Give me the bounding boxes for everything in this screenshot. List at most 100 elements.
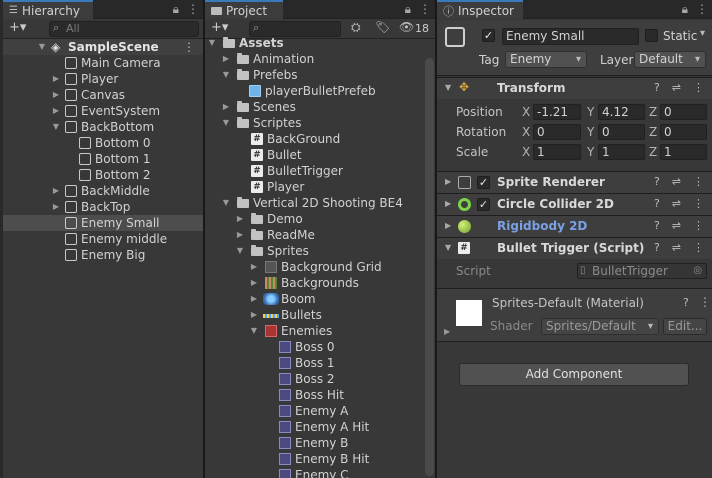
preset-icon[interactable]: ⇌ — [672, 219, 681, 232]
lock-icon[interactable]: 🔒︎ — [405, 2, 411, 17]
list-item[interactable]: Bottom 1 — [3, 151, 203, 167]
transform-header[interactable]: ▼ ✥ Transform ? ⇌ ⋮ — [437, 77, 712, 99]
expand-arrow-icon[interactable]: ▶ — [249, 275, 259, 291]
expand-arrow-icon[interactable]: ▼ — [37, 39, 47, 55]
list-item[interactable]: ▼ Sprites — [205, 243, 423, 259]
scene-menu-icon[interactable]: ⋮ — [183, 39, 195, 55]
expand-arrow-icon[interactable]: ▶ — [221, 99, 231, 115]
list-item[interactable]: ▶ Player — [3, 71, 203, 87]
list-item[interactable]: ▶ Bullets — [205, 307, 423, 323]
list-item[interactable]: ▼ BackBottom — [3, 119, 203, 135]
list-item[interactable]: Boss 2 — [205, 371, 423, 387]
expand-arrow-icon[interactable]: ▶ — [444, 327, 450, 336]
list-item[interactable]: Boss Hit — [205, 387, 423, 403]
more-menu-icon[interactable]: ⋮ — [187, 2, 199, 17]
shader-edit-button[interactable]: Edit... — [663, 318, 707, 335]
layer-dropdown[interactable]: Default — [634, 51, 706, 68]
object-name-field[interactable]: Enemy Small — [502, 28, 639, 45]
expand-arrow-icon[interactable]: ▶ — [235, 227, 245, 243]
tab-project[interactable]: Project — [205, 0, 283, 19]
preset-icon[interactable]: ⇌ — [672, 81, 681, 94]
expand-arrow-icon[interactable]: ▼ — [221, 195, 231, 211]
component-enabled-checkbox[interactable]: ✓ — [477, 198, 490, 211]
list-item[interactable]: # BulletTrigger — [205, 163, 423, 179]
rigidbody-header[interactable]: ▶ Rigidbody 2D ? ⇌ ⋮ — [437, 215, 712, 237]
list-item[interactable]: Enemy B — [205, 435, 423, 451]
expand-arrow-icon[interactable]: ▶ — [249, 307, 259, 323]
help-icon[interactable]: ? — [654, 81, 660, 94]
search-by-type-icon[interactable]: ⛭ — [351, 20, 361, 35]
list-item[interactable]: Boss 0 — [205, 339, 423, 355]
list-item[interactable]: Enemy A Hit — [205, 419, 423, 435]
list-item[interactable]: Enemy A — [205, 403, 423, 419]
rotation-y-field[interactable]: 0 — [598, 124, 645, 140]
expand-arrow-icon[interactable]: ▶ — [51, 71, 61, 87]
list-item[interactable]: ▶ Boom — [205, 291, 423, 307]
static-dropdown-icon[interactable]: ▾ — [700, 28, 705, 39]
collapse-arrow-icon[interactable]: ▼ — [445, 243, 451, 252]
list-item[interactable]: ▼ Vertical 2D Shooting BE4 — [205, 195, 423, 211]
circle-collider-header[interactable]: ▶ ✓ Circle Collider 2D ? ⇌ ⋮ — [437, 193, 712, 215]
list-item[interactable]: ▶ Animation — [205, 51, 423, 67]
list-item[interactable]: ▶ Demo — [205, 211, 423, 227]
tab-hierarchy[interactable]: ☰ Hierarchy — [3, 0, 93, 19]
project-scrollbar[interactable] — [425, 58, 434, 476]
component-menu-icon[interactable]: ⋮ — [693, 81, 704, 94]
help-icon[interactable]: ? — [654, 219, 660, 232]
list-item[interactable]: Boss 1 — [205, 355, 423, 371]
help-icon[interactable]: ? — [683, 296, 689, 309]
scale-y-field[interactable]: 1 — [598, 144, 645, 160]
tag-dropdown[interactable]: Enemy — [505, 51, 587, 68]
expand-arrow-icon[interactable]: ▼ — [221, 115, 231, 131]
create-button[interactable]: +▾ — [9, 20, 26, 35]
list-item-selected[interactable]: Enemy Small — [3, 215, 203, 231]
list-item[interactable]: ▼ Enemies — [205, 323, 423, 339]
expand-arrow-icon[interactable]: ▶ — [249, 291, 259, 307]
material-menu-icon[interactable]: ⋮ — [699, 295, 711, 309]
list-item[interactable]: ▼ Assets — [205, 35, 423, 51]
expand-arrow-icon[interactable]: ▼ — [207, 35, 217, 51]
list-item[interactable]: # Player — [205, 179, 423, 195]
list-item[interactable]: ▶ BackMiddle — [3, 183, 203, 199]
help-icon[interactable]: ? — [654, 197, 660, 210]
list-item[interactable]: ▶ Background Grid — [205, 259, 423, 275]
hidden-packages-icon[interactable]: 👁︎ — [399, 20, 414, 34]
component-menu-icon[interactable]: ⋮ — [693, 175, 704, 188]
list-item[interactable]: Bottom 0 — [3, 135, 203, 151]
lock-icon[interactable]: 🔒︎ — [682, 2, 688, 17]
hierarchy-search-input[interactable]: ⌕ All — [49, 21, 199, 37]
component-menu-icon[interactable]: ⋮ — [693, 219, 704, 232]
add-component-button[interactable]: Add Component — [459, 363, 689, 386]
expand-arrow-icon[interactable]: ▶ — [445, 221, 451, 230]
expand-arrow-icon[interactable]: ▼ — [51, 119, 61, 135]
preset-icon[interactable]: ⇌ — [672, 197, 681, 210]
shader-dropdown[interactable]: Sprites/Default — [541, 318, 659, 335]
list-item[interactable]: ▶ Canvas — [3, 87, 203, 103]
list-item[interactable]: ▶ Scenes — [205, 99, 423, 115]
list-item[interactable]: ▶ ReadMe — [205, 227, 423, 243]
list-item[interactable]: playerBulletPrefeb — [205, 83, 423, 99]
component-enabled-checkbox[interactable]: ✓ — [477, 176, 490, 189]
scene-row[interactable]: ▼ ◈ SampleScene ⋮ — [3, 39, 203, 55]
bullet-trigger-header[interactable]: ▼ # Bullet Trigger (Script) ? ⇌ ⋮ — [437, 237, 712, 259]
list-item[interactable]: Enemy Big — [3, 247, 203, 263]
more-menu-icon[interactable]: ⋮ — [419, 2, 431, 17]
list-item[interactable]: Enemy B Hit — [205, 451, 423, 467]
sprite-renderer-header[interactable]: ▶ ✓ Sprite Renderer ? ⇌ ⋮ — [437, 171, 712, 193]
expand-arrow-icon[interactable]: ▼ — [235, 243, 245, 259]
help-icon[interactable]: ? — [654, 241, 660, 254]
tab-inspector[interactable]: ⓘ Inspector — [437, 0, 523, 19]
static-checkbox[interactable] — [645, 29, 658, 42]
list-item[interactable]: ▶ EventSystem — [3, 103, 203, 119]
active-checkbox[interactable]: ✓ — [482, 29, 495, 42]
preset-icon[interactable]: ⇌ — [672, 241, 681, 254]
expand-arrow-icon[interactable]: ▶ — [51, 87, 61, 103]
list-item[interactable]: # Bullet — [205, 147, 423, 163]
expand-arrow-icon[interactable]: ▶ — [445, 199, 451, 208]
list-item[interactable]: Bottom 2 — [3, 167, 203, 183]
expand-arrow-icon[interactable]: ▶ — [221, 51, 231, 67]
expand-arrow-icon[interactable]: ▼ — [249, 323, 259, 339]
rotation-x-field[interactable]: 0 — [533, 124, 581, 140]
help-icon[interactable]: ? — [654, 175, 660, 188]
expand-arrow-icon[interactable]: ▶ — [249, 259, 259, 275]
